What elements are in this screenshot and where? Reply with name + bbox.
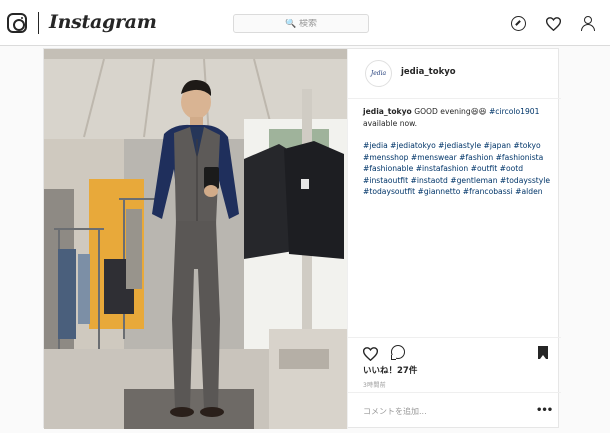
search-box[interactable] bbox=[233, 14, 369, 33]
bookmark-icon[interactable] bbox=[538, 346, 548, 359]
caption-tail: available now. bbox=[363, 118, 418, 128]
post-username[interactable]: jedia_tokyo bbox=[401, 67, 456, 77]
avatar[interactable]: Jedia bbox=[365, 60, 392, 87]
top-nav: Instagram bbox=[0, 0, 610, 46]
user-icon[interactable] bbox=[580, 16, 595, 31]
instagram-wordmark[interactable]: Instagram bbox=[49, 11, 157, 33]
post-timestamp[interactable]: 3時間前 bbox=[363, 380, 386, 389]
comment-bubble-icon[interactable] bbox=[391, 345, 405, 360]
search-input[interactable] bbox=[271, 18, 331, 29]
caption-hashtag-link[interactable]: #circolo1901 bbox=[489, 107, 540, 116]
avatar-text: Jedia bbox=[370, 70, 387, 77]
caption-username[interactable]: jedia_tokyo bbox=[363, 107, 412, 116]
compass-icon[interactable] bbox=[511, 16, 526, 31]
instagram-glyph-icon[interactable] bbox=[7, 13, 27, 33]
post-card: Jedia jedia_tokyo jedia_tokyo GOOD eveni… bbox=[43, 48, 561, 429]
comment-input[interactable] bbox=[363, 404, 513, 418]
hashtag-list[interactable]: #jedia #jediatokyo #jediastyle #japan #t… bbox=[363, 140, 553, 198]
post-photo-illustration bbox=[44, 49, 347, 429]
post-caption: jedia_tokyo GOOD evening😆😆 #circolo1901 … bbox=[363, 106, 553, 198]
logo-divider bbox=[38, 12, 39, 34]
caption-text: GOOD evening😆😆 bbox=[411, 107, 489, 116]
like-heart-icon[interactable] bbox=[362, 346, 379, 362]
post-sidebar: Jedia jedia_tokyo jedia_tokyo GOOD eveni… bbox=[347, 49, 561, 429]
comment-box: ••• bbox=[348, 392, 561, 429]
post-actions bbox=[348, 337, 561, 362]
heart-icon[interactable] bbox=[545, 16, 562, 32]
like-count[interactable]: いいね！27件 bbox=[363, 364, 417, 376]
post-photo[interactable] bbox=[44, 49, 347, 429]
post-header: Jedia jedia_tokyo bbox=[348, 49, 561, 99]
more-options-button[interactable]: ••• bbox=[536, 405, 553, 416]
